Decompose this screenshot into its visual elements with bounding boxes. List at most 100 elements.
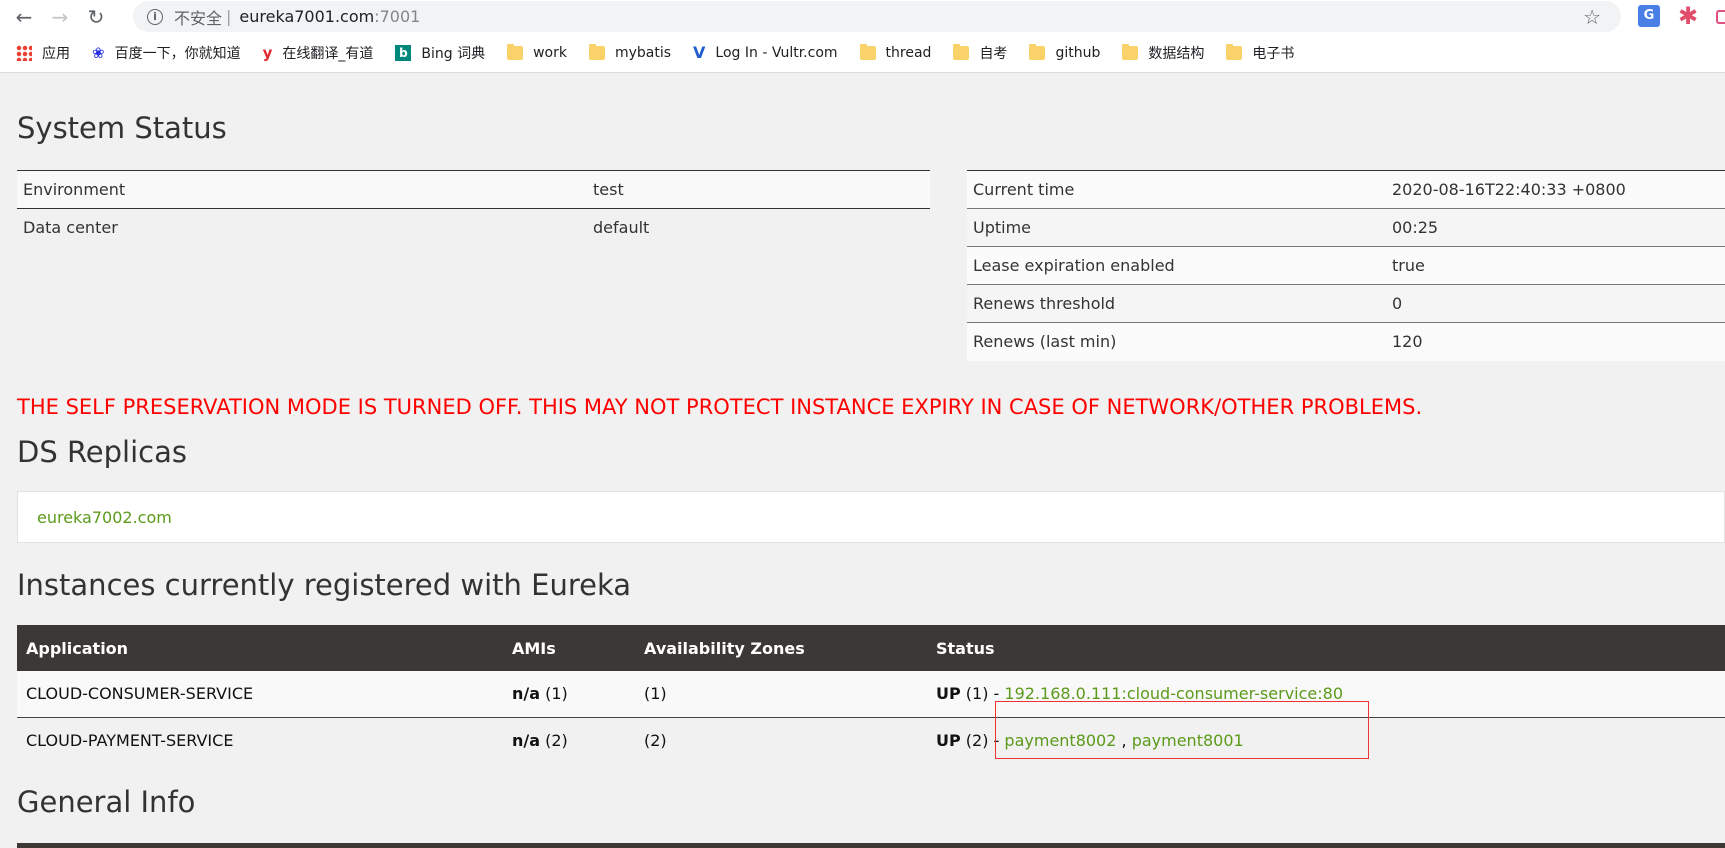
link-separator: , (1116, 730, 1132, 750)
status-key: Renews threshold (967, 284, 1386, 323)
address-bar[interactable]: i 不安全 | eureka7001.com:7001 ☆ (133, 1, 1621, 32)
ds-replicas-heading: DS Replicas (17, 435, 187, 469)
bookmark-label: thread (885, 44, 932, 61)
table-row: Data center default (17, 209, 930, 247)
amis-value: n/a (512, 684, 541, 704)
table-row: Uptime 00:25 (967, 208, 1725, 247)
column-header: Application (17, 625, 503, 671)
bookmark-label: 百度一下，你就知道 (114, 45, 241, 62)
bookmark-thread[interactable]: thread (859, 43, 932, 61)
table-row: Current time 2020-08-16T22:40:33 +0800 (967, 170, 1725, 209)
bookmark-apps[interactable]: 应用 (16, 43, 70, 63)
bookmark-label: 数据结构 (1148, 45, 1205, 62)
amis-count: (2) (540, 730, 568, 750)
browser-toolbar: ← → ↻ i 不安全 | eureka7001.com:7001 ☆ G ✱ (0, 0, 1725, 33)
bing-icon: b (395, 44, 412, 61)
bookmark-mybatis[interactable]: mybatis (588, 43, 672, 61)
application-name: CLOUD-PAYMENT-SERVICE (17, 717, 503, 763)
folder-icon (1122, 43, 1139, 60)
vultr-icon: V (693, 42, 706, 62)
info-icon[interactable]: i (147, 8, 163, 25)
folder-icon (507, 43, 524, 60)
status-key: Uptime (967, 208, 1386, 247)
bookmark-zikao[interactable]: 自考 (953, 43, 1007, 63)
bookmarks-bar: 应用 ❀ 百度一下，你就知道 y 在线翻译_有道 b Bing 词典 work myb… (0, 33, 1725, 73)
url-host: eureka7001.com (239, 7, 375, 26)
bookmark-label: 自考 (979, 45, 1008, 62)
status-value: 0 (1386, 284, 1725, 323)
instance-link[interactable]: payment8001 (1132, 731, 1244, 750)
arrow-right-icon: → (51, 4, 69, 29)
back-button[interactable]: ← (6, 0, 42, 33)
reload-button[interactable]: ↻ (78, 0, 114, 33)
reload-icon: ↻ (87, 4, 105, 29)
security-label: 不安全 (174, 8, 223, 28)
bookmark-github[interactable]: github (1029, 43, 1100, 61)
table-row: Lease expiration enabled true (967, 246, 1725, 285)
status-count: (2) - (960, 730, 1005, 750)
instance-link[interactable]: 192.168.0.111:cloud-consumer-service:80 (1004, 684, 1343, 703)
self-preservation-warning: THE SELF PRESERVATION MODE IS TURNED OFF… (17, 395, 1423, 419)
table-row: CLOUD-PAYMENT-SERVICE n/a (2) (2) UP (2)… (17, 717, 1725, 763)
bookmark-label: work (533, 44, 567, 61)
amis-count: (1) (540, 684, 568, 704)
table-row: CLOUD-CONSUMER-SERVICE n/a (1) (1) UP (1… (17, 671, 1725, 718)
status-value: default (593, 218, 650, 238)
column-header: AMIs (503, 625, 635, 671)
column-header: Status (927, 625, 1725, 671)
replicas-panel: eureka7002.com (17, 491, 1725, 543)
bookmark-label: 应用 (42, 45, 70, 62)
folder-icon (1226, 43, 1243, 60)
folder-icon (1029, 43, 1046, 60)
url-port: :7001 (374, 7, 421, 26)
status-value: true (1386, 246, 1725, 285)
url-separator: | (226, 7, 232, 26)
amis-value: n/a (512, 730, 541, 750)
forward-button[interactable]: → (42, 0, 78, 33)
table-row: Renews (last min) 120 (967, 322, 1725, 361)
zones-cell: (1) (635, 671, 927, 718)
pinwheel-icon[interactable]: ✱ (1678, 3, 1698, 29)
bookmark-ebooks[interactable]: 电子书 (1226, 43, 1294, 63)
bookmark-vultr[interactable]: V Log In - Vultr.com (693, 42, 838, 62)
status-value: test (587, 170, 930, 209)
general-info-table-header (17, 843, 1725, 848)
amis-cell: n/a (1) (503, 671, 635, 718)
translate-icon[interactable]: G (1638, 5, 1660, 27)
apps-icon (16, 44, 32, 61)
bookmark-label: 电子书 (1252, 45, 1295, 62)
folder-icon (953, 43, 970, 60)
system-status-heading: System Status (17, 111, 227, 145)
partial-extension-icon[interactable] (1716, 10, 1725, 24)
bookmark-data-structures[interactable]: 数据结构 (1122, 43, 1204, 63)
table-row: Environment test (17, 170, 930, 209)
column-header: Availability Zones (635, 625, 927, 671)
bookmark-youdao[interactable]: y 在线翻译_有道 (263, 43, 374, 63)
bookmark-label: 在线翻译_有道 (282, 45, 374, 62)
general-info-heading: General Info (17, 785, 196, 819)
folder-icon (588, 43, 605, 60)
bookmark-work[interactable]: work (507, 43, 567, 61)
bookmark-bing[interactable]: b Bing 词典 (395, 43, 485, 63)
status-key: Data center (23, 218, 118, 238)
baidu-icon: ❀ (92, 43, 105, 62)
instances-table: Application AMIs Availability Zones Stat… (17, 625, 1725, 763)
bookmark-label: mybatis (614, 44, 672, 61)
status-value: UP (936, 730, 961, 750)
table-header-row: Application AMIs Availability Zones Stat… (17, 625, 1725, 671)
youdao-icon: y (262, 43, 273, 62)
bookmark-baidu[interactable]: ❀ 百度一下，你就知道 (92, 43, 241, 63)
status-key: Renews (last min) (967, 322, 1386, 361)
bookmark-star-icon[interactable]: ☆ (1583, 5, 1601, 29)
instance-link[interactable]: payment8002 (1004, 731, 1116, 750)
arrow-left-icon: ← (15, 4, 33, 29)
system-status-left-table: Environment test Data center default (17, 170, 930, 247)
status-key: Lease expiration enabled (967, 246, 1386, 285)
status-value: 2020-08-16T22:40:33 +0800 (1386, 170, 1725, 209)
status-count: (1) - (960, 684, 1005, 704)
amis-cell: n/a (2) (503, 717, 635, 763)
replica-link[interactable]: eureka7002.com (37, 508, 172, 527)
status-value: 120 (1386, 322, 1725, 361)
status-key: Environment (17, 170, 587, 209)
application-name: CLOUD-CONSUMER-SERVICE (17, 671, 503, 718)
